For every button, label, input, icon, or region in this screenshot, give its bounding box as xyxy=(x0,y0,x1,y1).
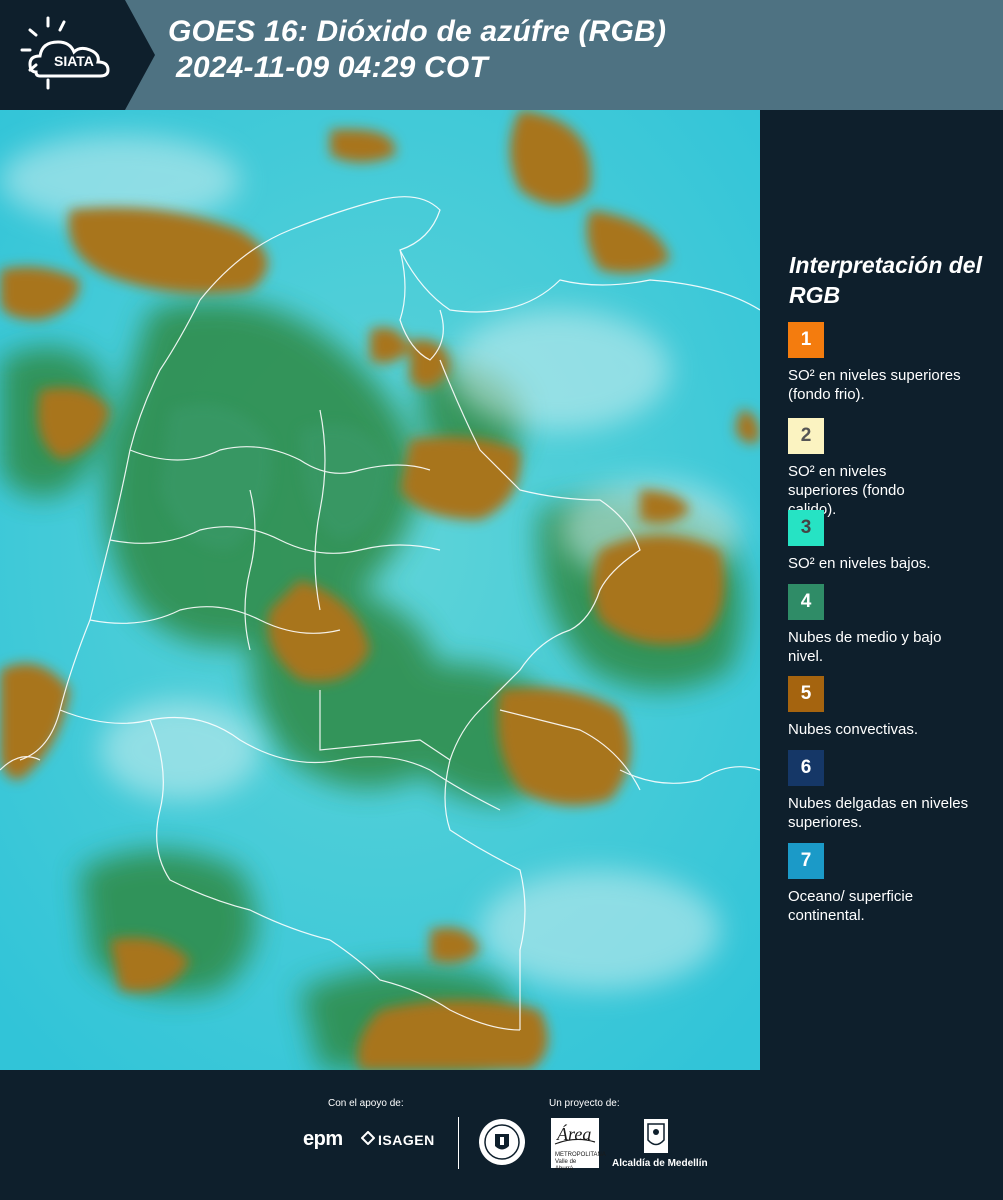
legend-item: 4 Nubes de medio y bajo nivel. xyxy=(788,584,1000,666)
legend-swatch: 3 xyxy=(788,510,824,546)
project-label: Un proyecto de: xyxy=(549,1098,620,1109)
isagen-icon xyxy=(361,1131,375,1145)
epm-logo: epm xyxy=(303,1128,343,1150)
support-label: Con el apoyo de: xyxy=(328,1098,404,1109)
legend-panel: Interpretación del RGB 1 SO² en niveles … xyxy=(760,110,1003,1070)
satellite-image xyxy=(0,110,760,1070)
legend-item: 7 Oceano/ superficie continental. xyxy=(788,843,1000,925)
legend-swatch: 4 xyxy=(788,584,824,620)
footer: Con el apoyo de: Un proyecto de: epm ISA… xyxy=(0,1070,1003,1200)
legend-label: SO² en niveles superiores (fondo frio). xyxy=(788,367,961,403)
legend-swatch: 6 xyxy=(788,750,824,786)
footer-divider xyxy=(458,1117,459,1169)
legend-label: Nubes convectivas. xyxy=(788,721,919,738)
isagen-logo: ISAGEN xyxy=(378,1132,435,1148)
medellin-seal-icon xyxy=(479,1119,525,1165)
title-line-1: GOES 16: Dióxido de azúfre (RGB) xyxy=(168,15,667,48)
legend-label: SO² en niveles bajos. xyxy=(788,555,931,572)
legend-swatch: 7 xyxy=(788,843,824,879)
legend-item: 5 Nubes convectivas. xyxy=(788,676,1000,739)
legend-number: 4 xyxy=(800,591,812,612)
legend-swatch: 1 xyxy=(788,322,824,358)
legend-label: Nubes delgadas en niveles superiores. xyxy=(788,795,969,831)
page-title: GOES 16: Dióxido de azúfre (RGB) 2024-11… xyxy=(168,14,666,86)
legend-label: Nubes de medio y bajo nivel. xyxy=(788,629,942,665)
satellite-map xyxy=(0,110,760,1070)
legend-number: 3 xyxy=(800,517,812,538)
legend-item: 3 SO² en niveles bajos. xyxy=(788,510,1000,573)
legend-label: Oceano/ superficie continental. xyxy=(788,888,914,924)
alcaldia-shield-icon xyxy=(644,1119,668,1153)
area-metropolitana-subtitle: METROPOLITANA Valle de Aburrá xyxy=(555,1152,606,1172)
legend-swatch: 2 xyxy=(788,418,824,454)
legend-swatch: 5 xyxy=(788,676,824,712)
legend-item: 1 SO² en niveles superiores (fondo frio)… xyxy=(788,322,1000,404)
legend-number: 5 xyxy=(800,683,812,704)
area-logo-text: Área xyxy=(556,1123,591,1144)
legend-number: 2 xyxy=(800,425,812,446)
siata-logo-text: SIATA xyxy=(54,53,94,69)
legend-item: 2 SO² en niveles superiores (fondo calid… xyxy=(788,418,1000,519)
title-line-2: 2024-11-09 04:29 COT xyxy=(176,51,488,84)
legend-number: 7 xyxy=(800,850,812,871)
alcaldia-logo-text: Alcaldía de Medellín xyxy=(612,1158,708,1169)
legend-number: 1 xyxy=(800,329,812,350)
legend-number: 6 xyxy=(800,757,812,778)
siata-logo: SIATA xyxy=(0,0,155,110)
legend-item: 6 Nubes delgadas en niveles superiores. xyxy=(788,750,1000,832)
header: SIATA GOES 16: Dióxido de azúfre (RGB) 2… xyxy=(0,0,1003,110)
legend-title: Interpretación del RGB xyxy=(789,252,982,308)
